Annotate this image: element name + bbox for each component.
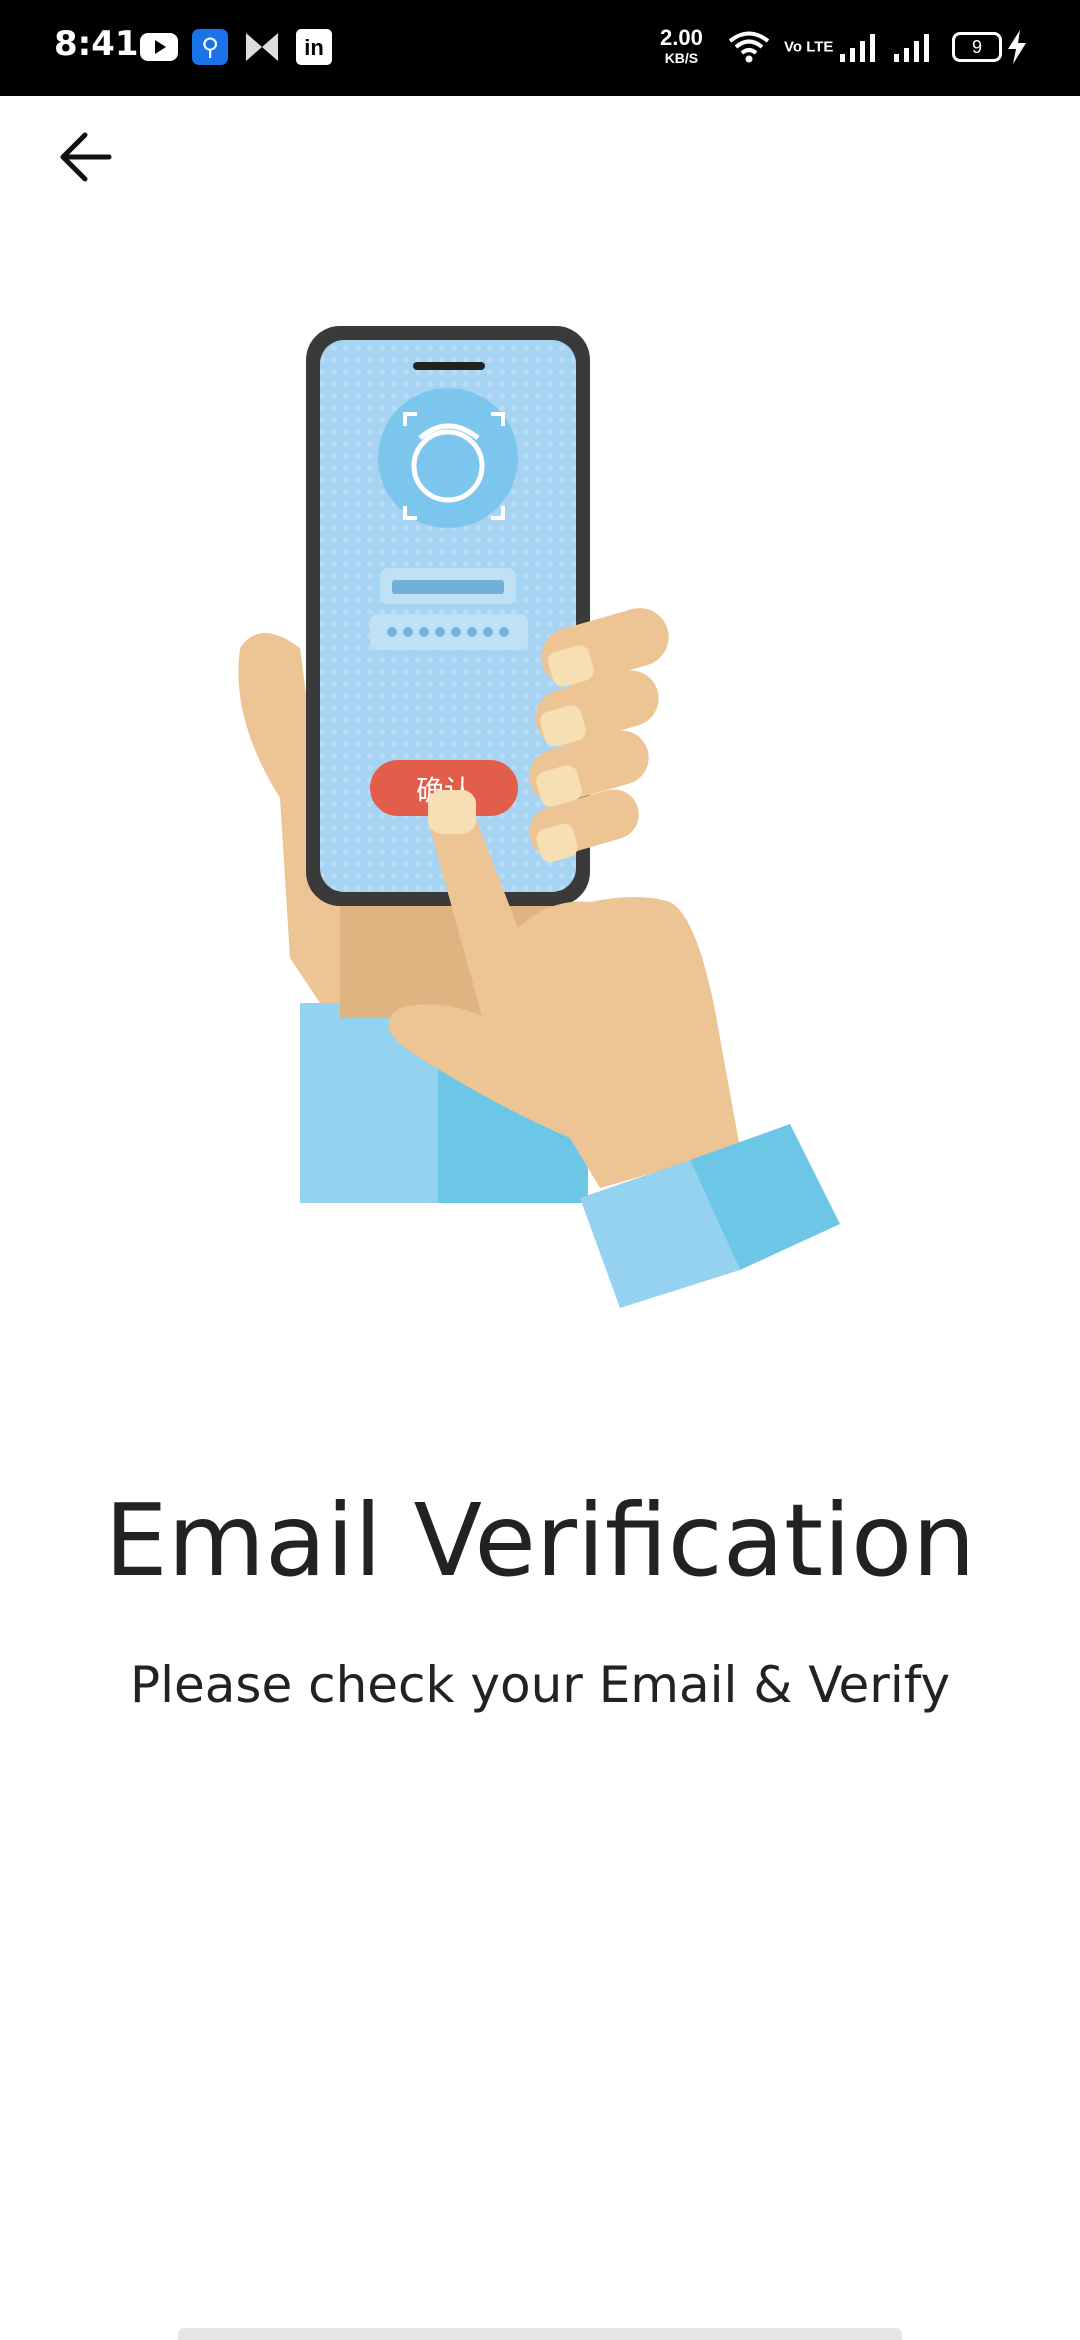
gesture-navigation-bar[interactable] xyxy=(178,2328,902,2340)
volte-icon: Vo LTE xyxy=(784,38,834,56)
arrow-left-icon xyxy=(60,132,112,182)
status-time: 8:41 xyxy=(54,24,139,64)
linkedin-icon: in xyxy=(296,29,332,65)
usb-icon: ⚲ xyxy=(192,29,228,65)
signal-icon xyxy=(838,32,878,62)
status-bar: 8:41 ⚲ in 2.00 KB/S Vo LTE 9 xyxy=(0,0,1080,96)
network-speed: 2.00 KB/S xyxy=(660,25,703,66)
page-subtitle: Please check your Email & Verify xyxy=(129,1656,951,1714)
charging-icon xyxy=(1006,30,1028,64)
battery-icon: 9 xyxy=(952,32,1002,62)
network-speed-unit: KB/S xyxy=(664,50,699,66)
wifi-icon xyxy=(728,30,770,64)
back-button[interactable] xyxy=(50,122,120,192)
page-title: Email Verification xyxy=(104,1482,976,1599)
network-speed-value: 2.00 xyxy=(660,25,703,50)
phone-verification-illustration: 确认 xyxy=(220,318,860,1318)
mx-icon xyxy=(244,31,280,63)
youtube-icon xyxy=(140,33,178,61)
signal-icon xyxy=(892,32,932,62)
